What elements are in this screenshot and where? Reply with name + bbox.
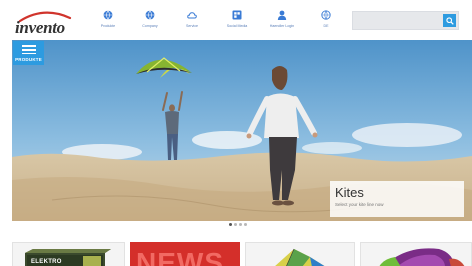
- search-button[interactable]: [443, 14, 456, 27]
- hamburger-icon: [21, 45, 36, 56]
- nav-item-language[interactable]: DE: [306, 10, 346, 36]
- logo-text: invento: [15, 18, 65, 37]
- tile-label: ELEKTRO: [31, 259, 62, 265]
- tile-elektro[interactable]: ELEKTRO: [12, 242, 125, 266]
- search-box: [352, 11, 459, 30]
- globe-icon: [145, 10, 155, 20]
- kite-image: [275, 248, 325, 266]
- nav-item-produkte[interactable]: Produkte: [88, 10, 128, 36]
- slider-dots: [229, 223, 249, 226]
- teaser-tiles: ELEKTRO NEWS: [12, 242, 472, 266]
- nav-item-haendler-login[interactable]: Haendler Login: [262, 10, 302, 36]
- nav-label: Company: [142, 24, 158, 28]
- products-menu-button[interactable]: PRODUKTE: [13, 41, 44, 65]
- tile-kite-2[interactable]: [360, 242, 472, 266]
- nav-label: Haendler Login: [269, 24, 295, 28]
- user-icon: [277, 10, 287, 20]
- search-icon: [445, 16, 454, 25]
- slider-dot[interactable]: [244, 223, 247, 226]
- language-icon: [321, 10, 331, 20]
- page: invento Produkte Company Service Social …: [0, 0, 472, 266]
- slider-dot[interactable]: [239, 223, 242, 226]
- nav-label: Social Media: [226, 24, 248, 28]
- news-label: NEWS: [136, 247, 224, 266]
- cloud-icon: [187, 12, 197, 19]
- tile-kite-1[interactable]: [245, 242, 355, 266]
- social-icon: [232, 10, 242, 20]
- caption-title: Kites: [335, 185, 364, 200]
- caption-subtitle: Select your kite line now: [335, 202, 384, 207]
- product-box-image: [25, 249, 111, 266]
- slide-caption[interactable]: Kites Select your kite line now: [330, 181, 464, 217]
- hero-slider[interactable]: PRODUKTE Kites Select your kite line now: [12, 40, 472, 221]
- nav-label: DE: [323, 24, 329, 28]
- products-label: PRODUKTE: [15, 57, 42, 63]
- nav-item-social-media[interactable]: Social Media: [217, 10, 257, 36]
- globe-icon: [103, 10, 113, 20]
- slider-dot[interactable]: [234, 223, 237, 226]
- nav-item-company[interactable]: Company: [130, 10, 170, 36]
- main-nav: Produkte Company Service Social Media Ha…: [88, 10, 346, 36]
- header: invento Produkte Company Service Social …: [0, 0, 472, 40]
- slider-dot[interactable]: [229, 223, 232, 226]
- nav-label: Service: [186, 24, 198, 28]
- logo[interactable]: invento: [14, 8, 76, 37]
- nav-item-service[interactable]: Service: [172, 10, 212, 36]
- search-input[interactable]: [353, 12, 443, 29]
- kite-image: [379, 248, 465, 266]
- tile-news[interactable]: NEWS: [130, 242, 240, 266]
- nav-label: Produkte: [100, 24, 116, 28]
